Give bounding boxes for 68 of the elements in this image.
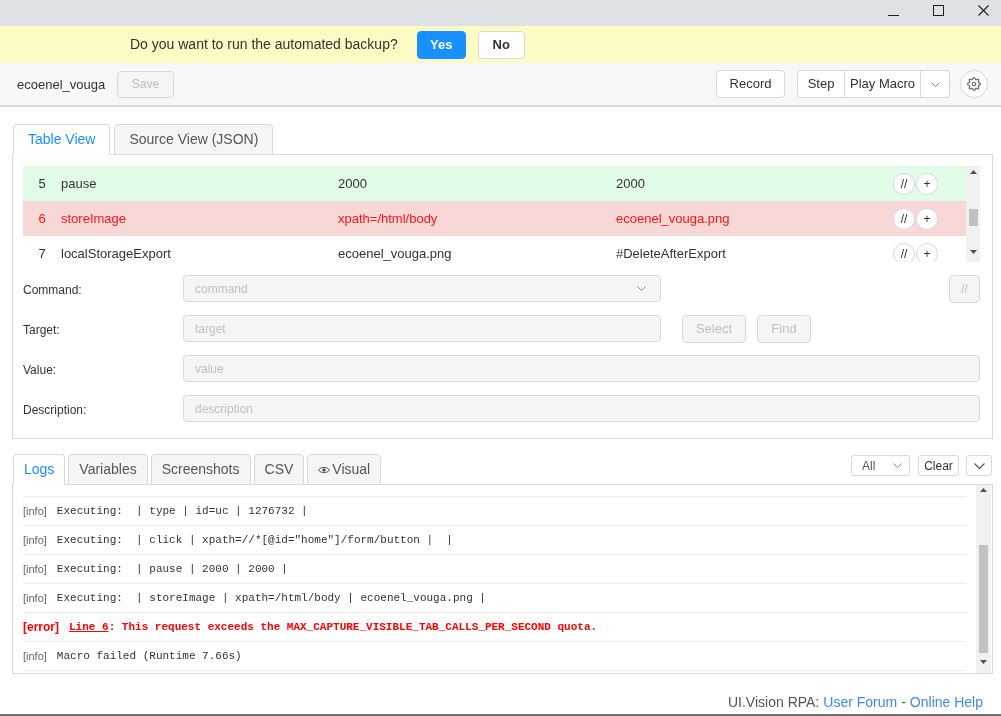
scrollbar-thumb[interactable] — [968, 209, 978, 226]
table-cell: xpath=/html/body — [338, 210, 438, 226]
log-message: Executing: | type | id=uc | 1276732 | — [56, 503, 308, 519]
log-level: [info] — [23, 532, 47, 548]
log-message: Executing: | pause | 2000 | 2000 | — [56, 561, 288, 577]
log-tab[interactable]: Screenshots — [150, 454, 251, 485]
clear-button[interactable]: Clear — [918, 455, 959, 476]
comment-button[interactable]: // — [893, 172, 915, 195]
insert-button[interactable]: + — [916, 172, 938, 195]
insert-button[interactable]: + — [916, 242, 938, 262]
field-label: Target: — [23, 322, 60, 337]
caret-icon — [893, 463, 902, 468]
log-message: Executing: | click | xpath=//*[@id="home"]/form/button | | — [56, 532, 453, 548]
table-cell: pause — [61, 175, 97, 191]
close-icon[interactable] — [978, 5, 989, 16]
table-cell: 2000 — [338, 175, 367, 191]
maximize-icon[interactable] — [933, 5, 944, 16]
scrollbar-thumb[interactable] — [979, 545, 988, 653]
comment-button[interactable]: // — [893, 207, 915, 230]
record-button[interactable]: Record — [716, 70, 785, 98]
insert-button[interactable]: + — [916, 207, 938, 230]
macro-name: ecoenel_vouga — [17, 77, 106, 92]
table-row[interactable]: 5 pause 2000 2000 // + — [23, 166, 966, 201]
log-level: [info] — [23, 590, 47, 606]
footer-separator: - — [901, 692, 906, 712]
row-number: 5 — [38, 175, 46, 191]
table-cell: ecoenel_vouga.png — [616, 210, 730, 226]
log-message: Macro failed (Runtime 7.66s) — [56, 648, 242, 664]
log-tab[interactable]: CSV — [253, 454, 305, 485]
line-link[interactable]: Line 6 — [69, 620, 109, 633]
editor-tab[interactable]: Source View (JSON) — [114, 124, 274, 155]
table-row[interactable]: 6 storeImage xpath=/html/body ecoenel_vouga.png // + — [23, 201, 966, 236]
log-level: [info] — [23, 561, 47, 577]
footer-link[interactable]: Online Help — [909, 691, 983, 713]
scroll-down-icon[interactable] — [980, 660, 987, 664]
table-cell: localStorageExport — [61, 245, 171, 261]
scroll-down-icon[interactable] — [969, 250, 977, 254]
comment-button[interactable]: // — [893, 242, 915, 262]
footer-link[interactable]: User Forum — [823, 691, 898, 713]
footer-label: UI.Vision RPA: — [727, 692, 820, 712]
log-tab[interactable]: Visual — [307, 454, 382, 485]
no-button[interactable]: No — [477, 30, 525, 59]
log-message: Line 6: This request exceeds the MAX_CAPTURE_VISIBLE_TAB_CALLS_PER_SECOND quota. — [69, 619, 598, 635]
log-level: [info] — [23, 648, 47, 664]
notification-message: Do you want to run the automated backup? — [130, 35, 398, 54]
table-cell: storeImage — [61, 210, 127, 226]
field-label: Command: — [23, 282, 82, 297]
log-tab[interactable]: Variables — [68, 454, 148, 485]
scroll-up-icon[interactable] — [969, 170, 977, 174]
play-macro-button[interactable]: Play Macro — [845, 70, 921, 98]
caret-icon — [637, 286, 646, 291]
row-number: 6 — [38, 210, 46, 226]
row-number: 7 — [38, 245, 46, 261]
log-level: [error] — [23, 619, 59, 636]
field-label: Description: — [23, 402, 87, 417]
caret-icon — [973, 462, 985, 469]
field-label: Value: — [23, 362, 57, 377]
table-cell: #DeleteAfterExport — [616, 245, 726, 261]
step-button[interactable]: Step — [797, 70, 845, 98]
table-cell: 2000 — [616, 175, 645, 191]
scroll-up-icon[interactable] — [980, 488, 987, 492]
eye-icon — [318, 465, 331, 474]
log-filter-select[interactable]: All — [851, 455, 910, 476]
caret-icon — [930, 81, 940, 87]
log-message: Executing: | storeImage | xpath=/html/body | ecoenel_vouga.png | — [56, 590, 486, 606]
settings-icon[interactable] — [960, 70, 988, 98]
table-cell: ecoenel_vouga.png — [338, 245, 452, 261]
log-level: [info] — [23, 503, 47, 519]
